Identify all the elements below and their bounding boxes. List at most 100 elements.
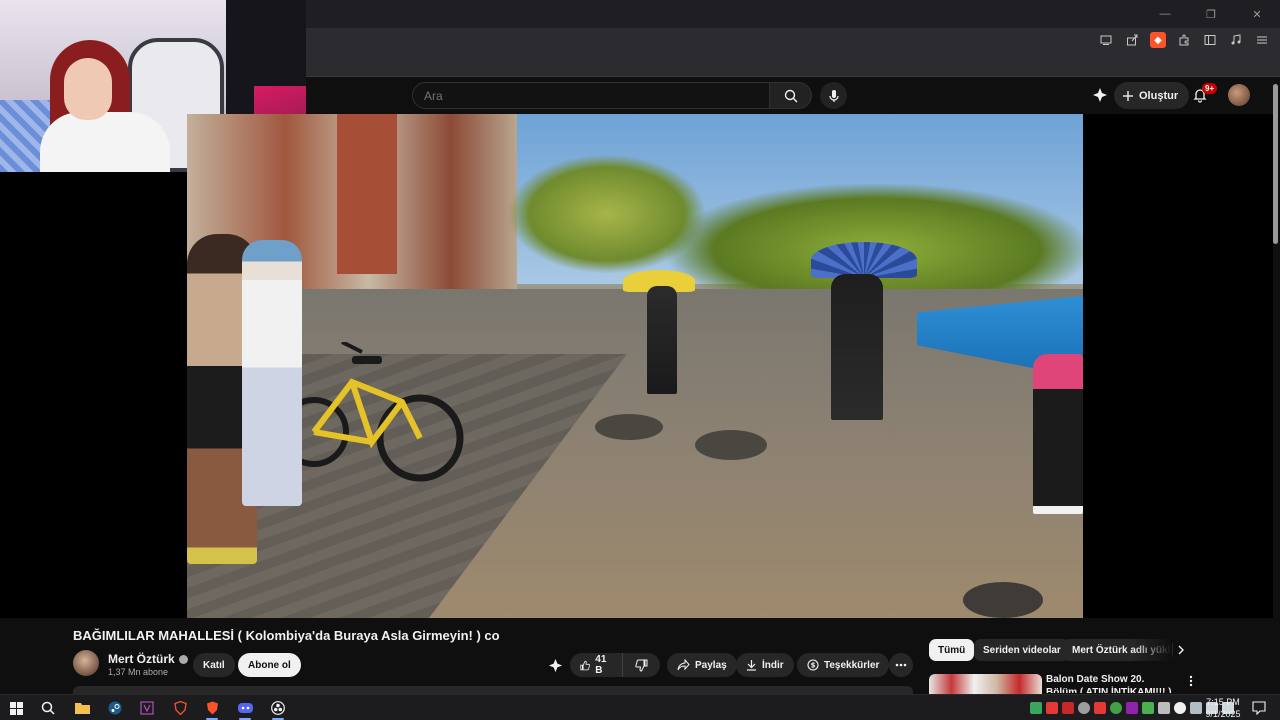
search-button[interactable] bbox=[770, 82, 812, 109]
tray-app-icon[interactable] bbox=[1174, 702, 1186, 714]
more-vertical-icon bbox=[1189, 675, 1193, 687]
tray-app-icon[interactable] bbox=[1094, 702, 1106, 714]
scrollbar-thumb[interactable] bbox=[1273, 84, 1278, 244]
menu-icon[interactable] bbox=[1254, 32, 1270, 48]
brave-icon[interactable] bbox=[164, 695, 196, 720]
taskbar-clock[interactable]: 7:15 PM 9/1/2025 bbox=[1200, 696, 1246, 720]
tray-app-icon[interactable] bbox=[1110, 702, 1122, 714]
restore-button[interactable]: ❐ bbox=[1188, 0, 1234, 28]
description-box[interactable] bbox=[73, 686, 913, 694]
close-button[interactable]: ✕ bbox=[1234, 0, 1280, 28]
tray-app-icon[interactable] bbox=[1126, 702, 1138, 714]
tray-app-icon[interactable] bbox=[1030, 702, 1042, 714]
window-controls: — ❐ ✕ bbox=[1142, 0, 1280, 28]
svg-text:$: $ bbox=[811, 662, 816, 670]
recommendation-title[interactable]: Balon Date Show 20. Bölüm ( ATIN İNTİKAM… bbox=[1046, 673, 1176, 693]
search-input[interactable] bbox=[412, 82, 770, 109]
video-blue-umbrella bbox=[811, 242, 917, 278]
ai-sparkle-icon[interactable] bbox=[1092, 87, 1108, 103]
voice-search-button[interactable] bbox=[820, 82, 847, 109]
recommendation-menu-button[interactable] bbox=[1184, 674, 1198, 688]
notification-center-icon[interactable] bbox=[1252, 701, 1266, 715]
like-button[interactable]: 41 B bbox=[570, 653, 623, 677]
tray-app-icon[interactable] bbox=[1158, 702, 1170, 714]
thumbs-up-icon bbox=[580, 660, 591, 670]
like-count: 41 B bbox=[595, 654, 607, 676]
cast-icon[interactable] bbox=[1098, 32, 1114, 48]
share-button[interactable]: Paylaş bbox=[667, 653, 737, 677]
thumbs-down-icon bbox=[635, 659, 648, 671]
share-icon[interactable] bbox=[1124, 32, 1140, 48]
video-person bbox=[242, 240, 302, 506]
video-brick-building bbox=[337, 114, 397, 274]
join-button[interactable]: Katıl bbox=[193, 653, 235, 677]
sidebar-icon[interactable] bbox=[1202, 32, 1218, 48]
download-icon bbox=[747, 660, 756, 671]
video-yellow-bicycle bbox=[292, 342, 464, 482]
recommendation-thumbnail[interactable] bbox=[929, 674, 1042, 694]
clock-date: 9/1/2025 bbox=[1205, 709, 1241, 719]
tray-app-icon[interactable] bbox=[1062, 702, 1074, 714]
video-title: BAĞIMLILAR MAHALLESİ ( Kolombiya'da Bura… bbox=[73, 628, 500, 643]
download-label: İndir bbox=[762, 659, 784, 671]
video-manhole bbox=[963, 582, 1043, 618]
notification-badge: 9+ bbox=[1202, 83, 1218, 94]
thanks-label: Teşekkürler bbox=[824, 659, 880, 671]
create-button[interactable]: Oluştur bbox=[1114, 82, 1190, 109]
thanks-button[interactable]: $ Teşekkürler bbox=[797, 653, 890, 677]
file-explorer-icon[interactable] bbox=[66, 695, 98, 720]
minimize-button[interactable]: — bbox=[1142, 0, 1188, 28]
verified-icon bbox=[178, 654, 188, 664]
video-person bbox=[647, 286, 677, 394]
video-player[interactable] bbox=[187, 114, 1083, 618]
tray-app-icon[interactable] bbox=[1142, 702, 1154, 714]
more-actions-button[interactable] bbox=[889, 653, 913, 677]
discord-icon[interactable] bbox=[229, 695, 261, 720]
like-dislike-group: 41 B bbox=[570, 653, 660, 677]
windows-taskbar: 7:15 PM 9/1/2025 bbox=[0, 694, 1280, 720]
more-horizontal-icon bbox=[895, 663, 907, 667]
extensions-icon[interactable] bbox=[1176, 32, 1192, 48]
chips-next-button[interactable] bbox=[1172, 641, 1190, 659]
create-label: Oluştur bbox=[1139, 89, 1179, 102]
thanks-icon: $ bbox=[807, 659, 819, 671]
video-person bbox=[831, 274, 883, 420]
windows-start-icon[interactable] bbox=[0, 695, 32, 720]
account-avatar[interactable] bbox=[1228, 84, 1250, 106]
webcam-streamer-face bbox=[64, 58, 112, 120]
tray-app-icon[interactable] bbox=[1078, 702, 1090, 714]
search-icon bbox=[784, 89, 797, 102]
video-manhole bbox=[595, 414, 663, 440]
plus-icon bbox=[1123, 90, 1133, 101]
dislike-button[interactable] bbox=[623, 653, 660, 677]
steam-icon[interactable] bbox=[99, 695, 131, 720]
channel-name-label: Mert Öztürk bbox=[108, 652, 175, 666]
media-icon[interactable] bbox=[1228, 32, 1244, 48]
ai-sparkle-icon[interactable] bbox=[548, 658, 563, 673]
chip-series-videos[interactable]: Seriden videolar bbox=[974, 639, 1070, 661]
brave-active-icon[interactable] bbox=[196, 695, 228, 720]
download-button[interactable]: İndir bbox=[736, 653, 794, 677]
microphone-icon bbox=[828, 89, 839, 102]
bookmarks-bar bbox=[306, 52, 1280, 77]
browser-toolbar: ◆ bbox=[306, 28, 1280, 52]
channel-avatar[interactable] bbox=[73, 650, 99, 676]
subscribe-button[interactable]: Abone ol bbox=[238, 653, 301, 677]
brave-shield-icon[interactable]: ◆ bbox=[1150, 32, 1166, 48]
webcam-streamer-body bbox=[40, 112, 170, 172]
chip-fade bbox=[1132, 639, 1172, 661]
vlc-icon[interactable] bbox=[131, 695, 163, 720]
channel-name[interactable]: Mert Öztürk bbox=[108, 652, 188, 666]
search-icon[interactable] bbox=[32, 695, 64, 720]
clock-time: 7:15 PM bbox=[1206, 697, 1240, 707]
tray-app-icon[interactable] bbox=[1046, 702, 1058, 714]
chevron-right-icon bbox=[1178, 645, 1184, 655]
obs-icon[interactable] bbox=[262, 695, 294, 720]
share-arrow-icon bbox=[677, 659, 690, 671]
youtube-header: Oluştur 9+ bbox=[306, 77, 1280, 114]
chip-all[interactable]: Tümü bbox=[929, 639, 975, 661]
share-label: Paylaş bbox=[695, 659, 727, 671]
browser-tabbar: — ❐ ✕ bbox=[306, 0, 1280, 28]
subscriber-count: 1,37 Mn abone bbox=[108, 667, 169, 677]
video-manhole bbox=[695, 430, 767, 460]
